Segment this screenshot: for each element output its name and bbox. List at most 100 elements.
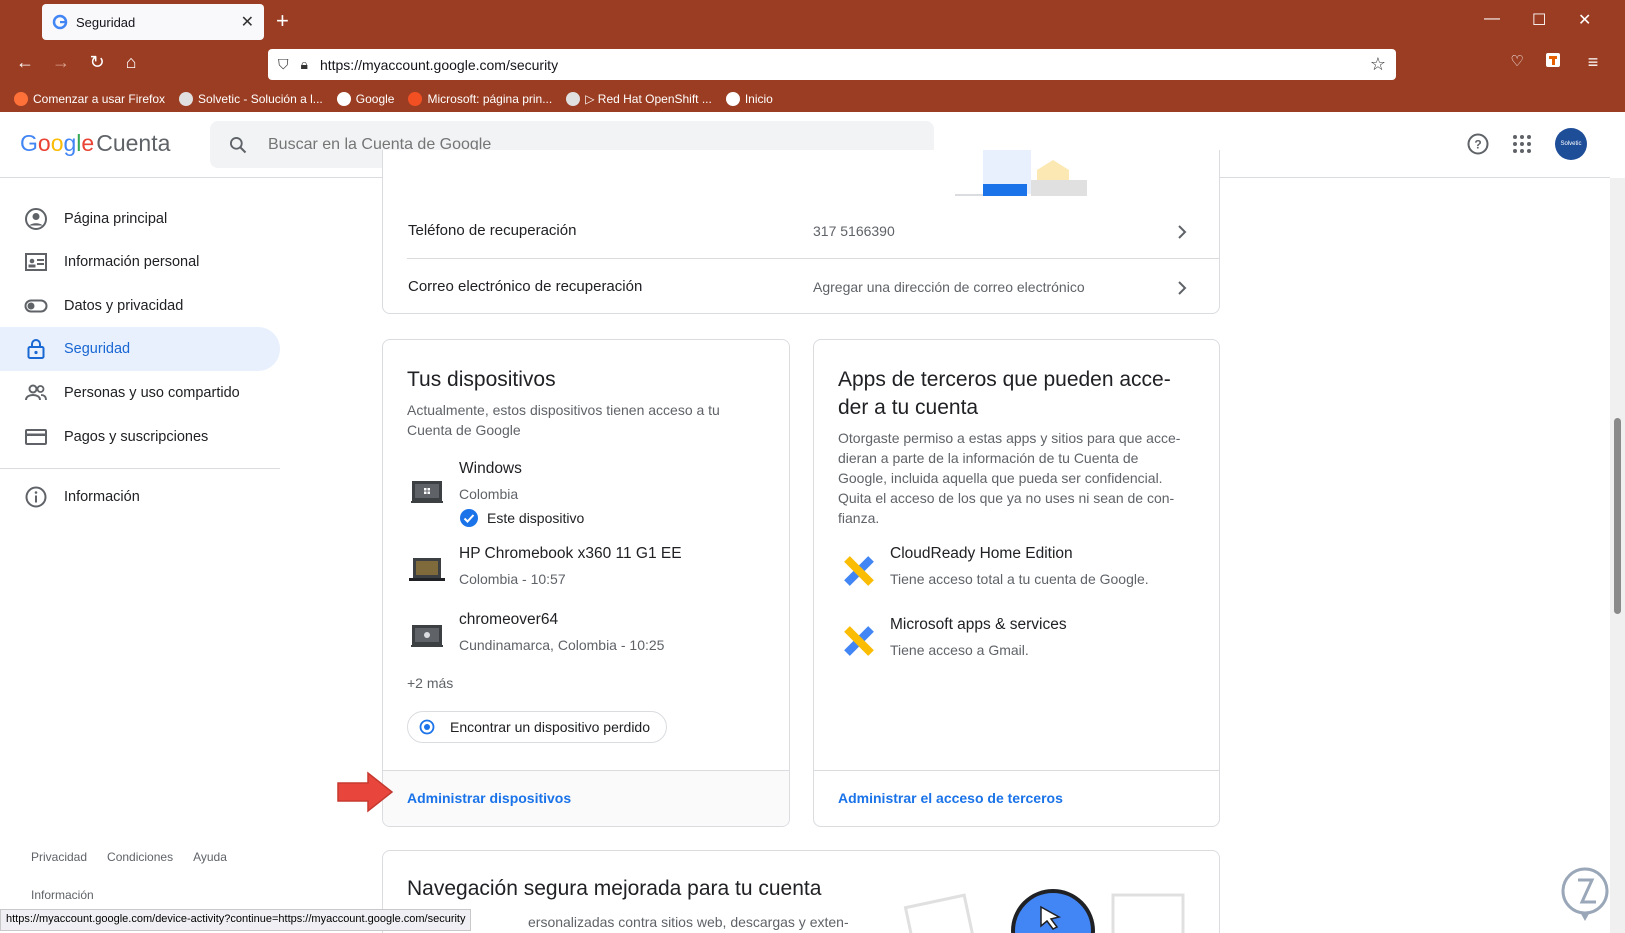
url-text[interactable]: https://myaccount.google.com/security (320, 57, 1370, 73)
bookmark-favicon-icon (14, 92, 28, 106)
browser-tab-bar: Seguridad ✕ + — ☐ ✕ (0, 0, 1625, 44)
shield-icon[interactable]: ⛉ (278, 56, 289, 73)
people-icon (25, 384, 47, 401)
device-location: Colombia - 10:57 (459, 571, 566, 587)
privacy-link[interactable]: Privacidad (31, 850, 87, 864)
recovery-email-label[interactable]: Correo electrónico de recuperación (408, 278, 642, 295)
home-icon[interactable]: ⌂ (118, 52, 144, 73)
avatar[interactable]: Solvetic (1555, 128, 1587, 160)
svg-text:?: ? (1474, 138, 1481, 152)
more-devices-count[interactable]: +2 más (407, 675, 453, 691)
safe-browsing-description: ersonalizadas contra sitios web, descarg… (528, 914, 849, 930)
pocket-icon[interactable]: ♡ (1504, 52, 1530, 70)
app-name[interactable]: Microsoft apps & services (890, 616, 1067, 634)
reload-icon[interactable]: ↻ (84, 52, 110, 73)
app-access: Tiene acceso a Gmail. (890, 642, 1029, 658)
footer-links: Privacidad Condiciones Ayuda (31, 850, 227, 864)
back-icon[interactable]: ← (12, 52, 38, 73)
bookmark-favicon-icon (408, 92, 423, 106)
sidebar-item-label: Personas y uso compartido (64, 385, 240, 401)
device-name[interactable]: chromeover64 (459, 611, 558, 629)
bookmark-item[interactable]: Microsoft: página prin... (408, 92, 552, 106)
sidebar-item-label: Datos y privacidad (64, 298, 184, 314)
device-location: Cundinamarca, Colombia - 10:25 (459, 637, 665, 653)
chevron-right-icon[interactable] (1172, 222, 1192, 242)
app-name[interactable]: CloudReady Home Edition (890, 545, 1073, 563)
bookmark-favicon-icon (725, 92, 740, 106)
terms-link[interactable]: Condiciones (107, 850, 173, 864)
bookmark-item[interactable]: Inicio (725, 92, 773, 106)
location-target-icon (419, 719, 435, 735)
search-icon[interactable] (228, 135, 248, 155)
lock-icon[interactable]: 🔒︎ (301, 56, 308, 73)
devices-title: Tus dispositivos (407, 368, 556, 391)
app-access: Tiene acceso total a tu cuenta de Google… (890, 571, 1149, 587)
sidebar-item-home[interactable]: Página principal (0, 197, 280, 241)
tab-seguridad[interactable]: Seguridad ✕ (42, 4, 264, 40)
bookmark-item[interactable]: Google (336, 92, 394, 106)
device-location: Colombia (459, 486, 519, 502)
google-favicon-icon (52, 14, 68, 30)
status-bar-url: https://myaccount.google.com/device-acti… (0, 909, 472, 931)
new-tab-button[interactable]: + (276, 8, 289, 34)
scrollbar-thumb[interactable] (1614, 418, 1621, 614)
sidebar-item-people[interactable]: Personas y uso compartido (0, 371, 280, 415)
maximize-icon[interactable]: ☐ (1532, 10, 1546, 30)
sidebar-item-label: Información personal (64, 254, 200, 270)
sidebar-item-payments[interactable]: Pagos y suscripciones (0, 415, 280, 459)
bookmark-label: Solvetic - Solución a l... (198, 92, 323, 106)
find-lost-device-label: Encontrar un dispositivo perdido (450, 719, 651, 735)
page-scrollbar[interactable] (1610, 178, 1625, 933)
close-tab-icon[interactable]: ✕ (241, 12, 254, 32)
minimize-icon[interactable]: — (1484, 10, 1500, 28)
find-lost-device-button[interactable]: Encontrar un dispositivo perdido (407, 711, 668, 743)
device-name[interactable]: Windows (459, 460, 522, 478)
safe-browsing-illustration (903, 889, 1185, 933)
windows-device-icon (411, 481, 443, 503)
google-account-logo[interactable]: GoogleCuenta (20, 130, 170, 157)
bookmark-favicon-icon (336, 92, 351, 106)
sidebar-item-info[interactable]: Información (0, 475, 280, 519)
bookmark-favicon-icon (179, 92, 194, 106)
menu-icon[interactable]: ≡ (1580, 52, 1606, 73)
solvetic-watermark-logo (1561, 867, 1609, 921)
footer-info-link[interactable]: Información (31, 888, 94, 902)
sidebar-item-privacy[interactable]: Datos y privacidad (0, 284, 280, 328)
bookmark-item[interactable]: ▷ Red Hat OpenShift ... (566, 92, 712, 106)
bookmarks-bar: Comenzar a usar Firefox Solvetic - Soluci… (0, 86, 1625, 112)
laptop-device-icon (409, 558, 445, 581)
red-arrow-annotation-icon (337, 771, 394, 813)
bookmark-favicon-icon (566, 92, 581, 106)
sidebar-item-personal-info[interactable]: Información personal (0, 240, 280, 284)
chevron-right-icon[interactable] (1172, 278, 1192, 298)
device-name[interactable]: HP Chromebook x360 11 G1 EE (459, 545, 682, 563)
sidebar-item-security[interactable]: Seguridad (0, 327, 280, 371)
help-icon[interactable]: ? (1466, 132, 1490, 156)
lock-icon (27, 339, 45, 359)
toggle-icon (24, 299, 48, 313)
third-party-description-line: fianza. (838, 510, 880, 526)
sidebar-item-label: Seguridad (64, 341, 131, 357)
cuenta-wordmark: Cuenta (96, 130, 171, 156)
address-bar[interactable]: ⛉ 🔒︎ https://myaccount.google.com/securi… (268, 49, 1396, 80)
bookmark-star-icon[interactable]: ☆ (1370, 54, 1386, 75)
bookmark-item[interactable]: Solvetic - Solución a l... (179, 92, 323, 106)
recovery-phone-label[interactable]: Teléfono de recuperación (408, 222, 576, 239)
browser-nav-bar: ← → ↻ ⌂ ⛉ 🔒︎ https://myaccount.google.co… (0, 44, 1625, 86)
manage-third-party-link[interactable]: Administrar el acceso de terceros (838, 790, 1063, 806)
help-link[interactable]: Ayuda (193, 850, 227, 864)
sidebar: Página principal Información personal Da… (0, 178, 290, 902)
extension-icon[interactable] (1540, 52, 1566, 73)
info-icon (25, 486, 47, 508)
manage-devices-link[interactable]: Administrar dispositivos (407, 790, 571, 806)
bookmark-item[interactable]: Comenzar a usar Firefox (14, 92, 165, 106)
apps-grid-icon[interactable] (1510, 132, 1534, 156)
forward-icon[interactable]: → (48, 52, 74, 73)
sidebar-divider (0, 468, 280, 469)
third-party-description-line: dieran a parte de la información de tu C… (838, 450, 1139, 466)
id-card-icon (25, 253, 47, 271)
window-close-icon[interactable]: ✕ (1578, 10, 1591, 30)
row-divider (407, 258, 1219, 259)
google-wordmark: Google (20, 130, 95, 156)
pencil-ruler-app-icon (844, 556, 874, 586)
